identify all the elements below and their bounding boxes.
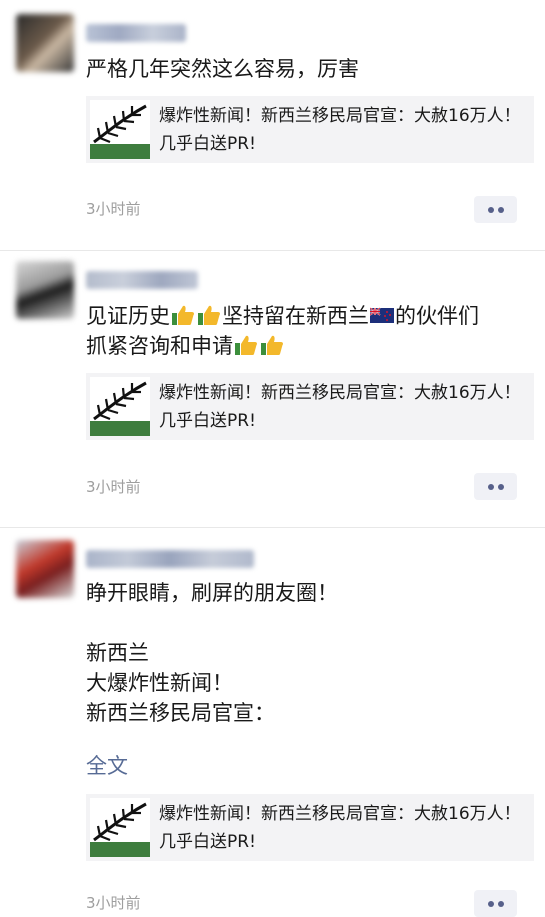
post-text-segment: 见证历史 — [86, 304, 170, 328]
user-name-blurred[interactable] — [86, 271, 198, 289]
shared-link-card[interactable]: 爆炸性新闻！新西兰移民局官宣：大赦16万人！几乎白送PR! — [86, 794, 534, 861]
user-name-blurred[interactable] — [86, 550, 254, 568]
link-title: 爆炸性新闻！新西兰移民局官宣：大赦16万人！几乎白送PR! — [159, 383, 521, 431]
post-text-line: 大爆炸性新闻！ — [86, 671, 233, 695]
post-time: 3小时前 — [86, 478, 141, 496]
post-text-segment: 抓紧咨询和申请 — [86, 334, 233, 358]
dot-icon — [488, 207, 494, 213]
avatar[interactable] — [16, 261, 74, 319]
full-text-link[interactable]: 全文 — [86, 750, 128, 780]
post-text-line: 新西兰 — [86, 641, 149, 665]
dot-icon — [498, 901, 504, 907]
more-actions-button[interactable] — [474, 196, 517, 223]
post-text-segment: 坚持留在新西兰 — [222, 304, 369, 328]
moment-post: 见证历史 坚持留在新西兰 的伙伴们 抓紧咨询和申请 爆炸性新闻！新西兰移民局官宣：大… — [0, 251, 545, 527]
user-name-blurred[interactable] — [86, 24, 186, 42]
post-text-line: 睁开眼睛，刷屏的朋友圈！ — [86, 581, 338, 605]
dot-icon — [488, 901, 494, 907]
avatar[interactable] — [16, 14, 74, 72]
post-text-line: 严格几年突然这么容易，厉害 — [86, 57, 359, 81]
link-title: 爆炸性新闻！新西兰移民局官宣：大赦16万人！几乎白送PR! — [159, 804, 521, 852]
dot-icon — [498, 484, 504, 490]
more-actions-button[interactable] — [474, 473, 517, 500]
thumbs-up-icon — [261, 335, 283, 355]
post-text-line: 抓紧咨询和申请 — [86, 331, 526, 361]
post-time: 3小时前 — [86, 200, 141, 218]
silver-fern-icon — [90, 100, 150, 159]
link-title: 爆炸性新闻！新西兰移民局官宣：大赦16万人！几乎白送PR! — [159, 106, 521, 154]
shared-link-card[interactable]: 爆炸性新闻！新西兰移民局官宣：大赦16万人！几乎白送PR! — [86, 373, 534, 440]
dot-icon — [488, 484, 494, 490]
dot-icon — [498, 207, 504, 213]
post-text: 严格几年突然这么容易，厉害 — [86, 54, 526, 84]
post-text-line: 新西兰移民局官宣： — [86, 701, 275, 725]
moment-post: 严格几年突然这么容易，厉害 爆炸性新闻！新西兰移民局官宣：大赦16万人！几乎白送… — [0, 0, 545, 250]
silver-fern-icon — [90, 798, 150, 857]
shared-link-card[interactable]: 爆炸性新闻！新西兰移民局官宣：大赦16万人！几乎白送PR! — [86, 96, 534, 163]
post-text: 睁开眼睛，刷屏的朋友圈！ 新西兰 大爆炸性新闻！ 新西兰移民局官宣： — [86, 578, 526, 728]
more-actions-button[interactable] — [474, 890, 517, 917]
thumbs-up-icon — [172, 305, 194, 325]
post-time: 3小时前 — [86, 894, 141, 912]
thumbs-up-icon — [235, 335, 257, 355]
new-zealand-flag-icon — [370, 307, 394, 323]
avatar[interactable] — [16, 540, 74, 598]
silver-fern-icon — [90, 377, 150, 436]
post-text-line: 见证历史 坚持留在新西兰 的伙伴们 — [86, 301, 526, 331]
post-text-segment: 的伙伴们 — [395, 304, 479, 328]
moment-post: 睁开眼睛，刷屏的朋友圈！ 新西兰 大爆炸性新闻！ 新西兰移民局官宣： 全文 爆炸… — [0, 528, 545, 917]
post-text: 见证历史 坚持留在新西兰 的伙伴们 抓紧咨询和申请 — [86, 301, 526, 361]
thumbs-up-icon — [198, 305, 220, 325]
